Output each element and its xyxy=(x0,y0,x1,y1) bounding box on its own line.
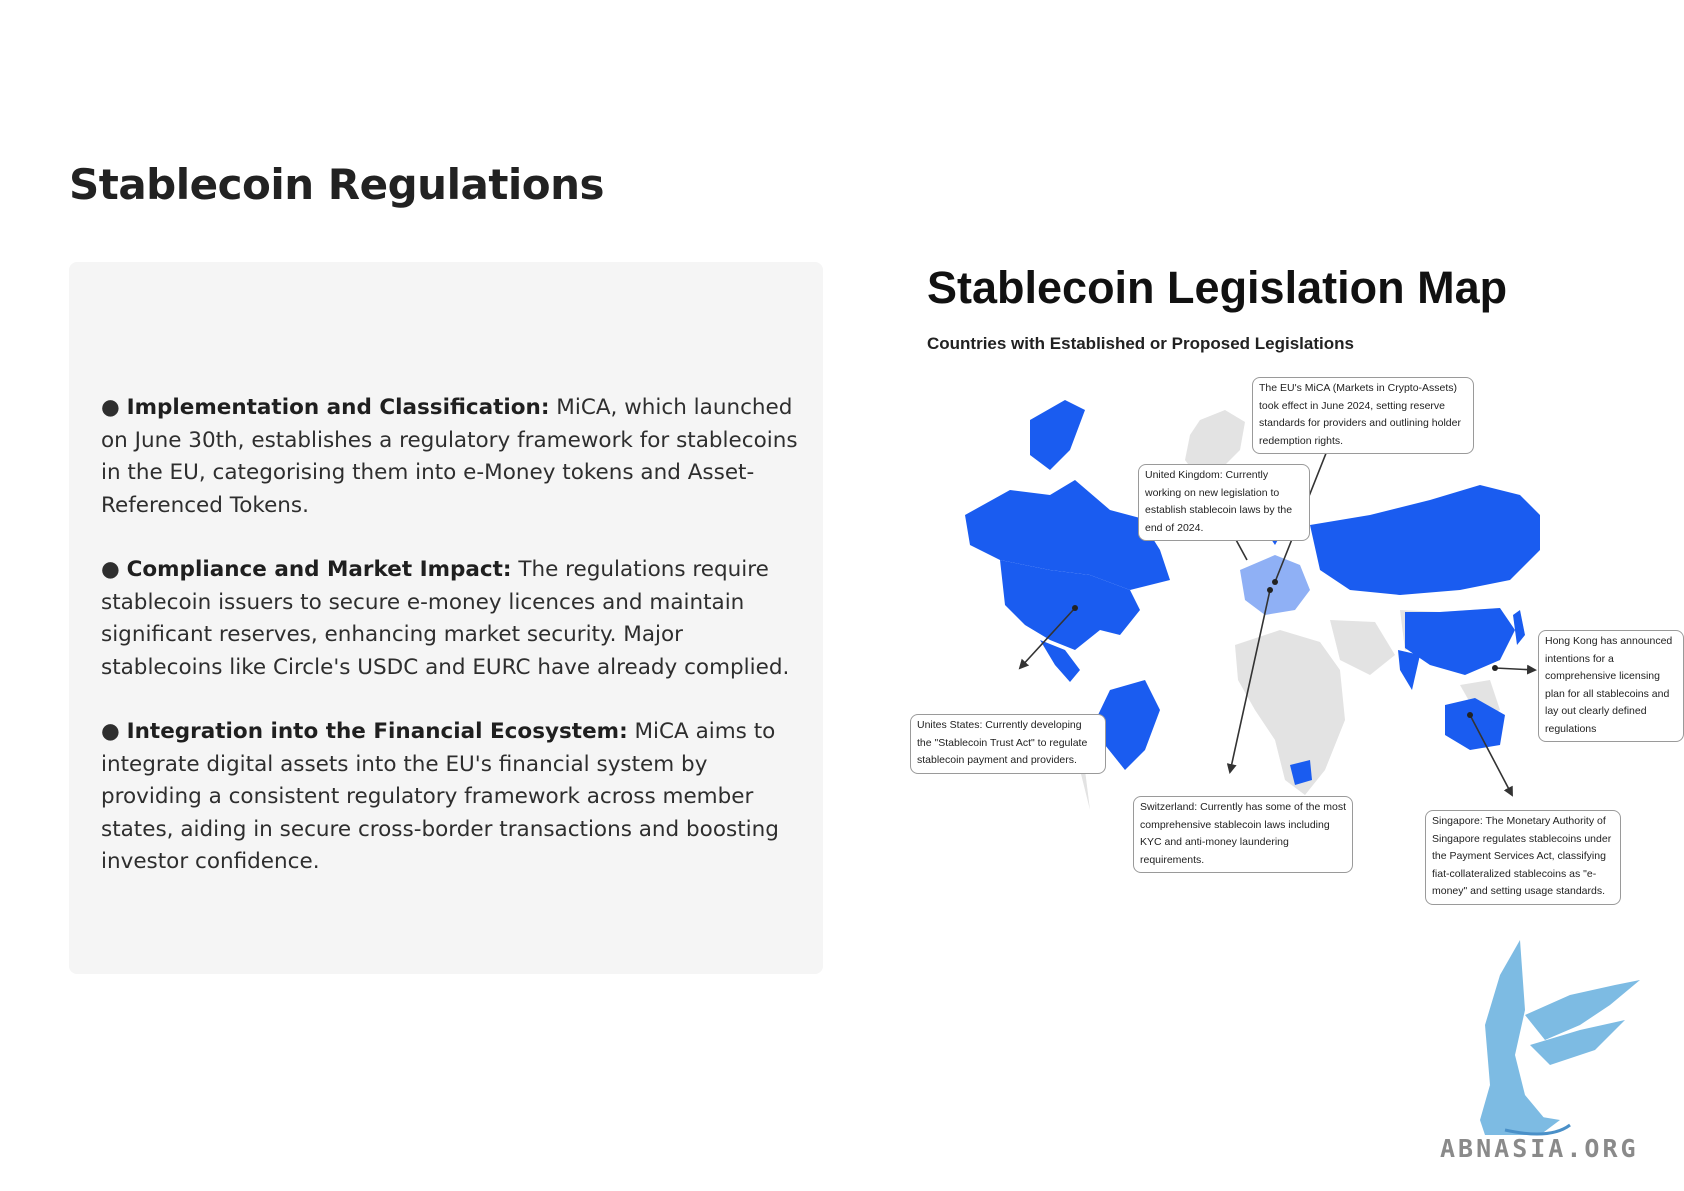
bullet-marker: ● xyxy=(101,719,120,744)
dot-eu xyxy=(1272,579,1278,585)
japan-shape xyxy=(1513,610,1525,645)
callout-hongkong: Hong Kong has announced intentions for a… xyxy=(1538,630,1684,742)
callout-us: Unites States: Currently developing the … xyxy=(910,714,1106,774)
bullet-item: ● Integration into the Financial Ecosyst… xyxy=(101,716,801,879)
russia-shape xyxy=(1310,485,1540,595)
arrow-hongkong xyxy=(1494,664,1537,675)
callout-switzerland: Switzerland: Currently has some of the m… xyxy=(1133,796,1353,873)
bullet-item: ● Compliance and Market Impact: The regu… xyxy=(101,554,801,684)
africa-shape xyxy=(1235,630,1345,795)
legislation-map-figure: Stablecoin Legislation Map Countries wit… xyxy=(900,250,1684,930)
bullet-heading: Integration into the Financial Ecosystem… xyxy=(126,719,628,744)
bullet-heading: Compliance and Market Impact: xyxy=(126,557,512,582)
bullet-marker: ● xyxy=(101,395,120,420)
dot-singapore xyxy=(1467,712,1473,718)
dot-switzerland xyxy=(1267,587,1273,593)
arctic-islands-shape xyxy=(1030,400,1085,470)
bullet-item: ● Implementation and Classification: MiC… xyxy=(101,392,801,522)
dot-us xyxy=(1072,605,1078,611)
bullet-list: ● Implementation and Classification: MiC… xyxy=(101,392,801,911)
bullet-heading: Implementation and Classification: xyxy=(126,395,550,420)
callout-eu: The EU's MiCA (Markets in Crypto-Assets)… xyxy=(1252,377,1474,454)
page-title: Stablecoin Regulations xyxy=(69,160,605,209)
callout-singapore: Singapore: The Monetary Authority of Sin… xyxy=(1425,810,1621,905)
brazil-shape xyxy=(1098,680,1160,770)
text-card: ● Implementation and Classification: MiC… xyxy=(69,262,823,974)
map-title: Stablecoin Legislation Map xyxy=(927,262,1508,313)
india-shape xyxy=(1398,650,1420,690)
callout-uk: United Kingdom: Currently working on new… xyxy=(1138,464,1310,541)
bullet-marker: ● xyxy=(101,557,120,582)
middle-east-shape xyxy=(1330,620,1395,675)
china-shape xyxy=(1405,608,1515,675)
logo-text: ABNASIA.ORG xyxy=(1440,1134,1639,1163)
map-subtitle: Countries with Established or Proposed L… xyxy=(927,334,1354,353)
dot-hongkong xyxy=(1492,665,1498,671)
